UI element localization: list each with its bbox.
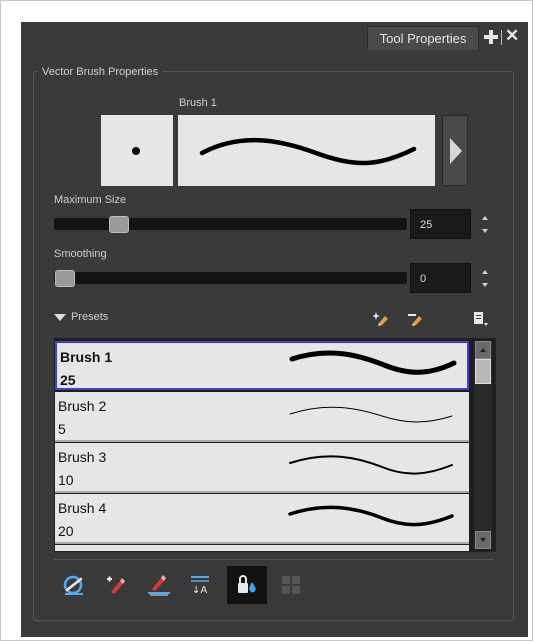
- tab-icon-divider: [501, 30, 502, 45]
- stepper-down-icon[interactable]: [482, 229, 488, 233]
- preset-stroke-preview: [289, 455, 453, 475]
- preset-size: 20: [58, 523, 74, 539]
- scroll-down-icon[interactable]: [475, 531, 491, 549]
- preset-size: 10: [58, 472, 74, 488]
- tab-tool-properties[interactable]: Tool Properties: [367, 26, 479, 50]
- maximum-size-label: Maximum Size: [54, 194, 127, 206]
- auto-flatten-icon[interactable]: [54, 566, 94, 604]
- presets-scrollbar[interactable]: [474, 341, 492, 549]
- stroke-preview: [178, 115, 435, 186]
- preset-menu-icon[interactable]: [472, 310, 490, 328]
- presets-label[interactable]: Presets: [71, 311, 108, 323]
- stepper-down-icon[interactable]: [482, 283, 488, 287]
- lock-colour-icon[interactable]: [227, 566, 267, 604]
- window-frame: Tool Properties ✕ Vector Brush Propertie…: [0, 0, 533, 641]
- list-item[interactable]: Brush 4 20: [55, 494, 469, 544]
- list-item[interactable]: Brush 1 25: [55, 341, 469, 390]
- preset-name: Brush 3: [58, 449, 107, 465]
- smoothing-label: Smoothing: [54, 248, 107, 260]
- maximum-size-stepper[interactable]: [480, 209, 492, 239]
- smoothing-field[interactable]: 0: [410, 263, 471, 293]
- preset-size: 5: [58, 421, 66, 437]
- scrollbar-thumb[interactable]: [475, 359, 491, 384]
- rename-preset-icon[interactable]: [407, 310, 425, 328]
- brush-tip-preview[interactable]: [101, 115, 173, 186]
- preset-name: Brush 1: [60, 349, 113, 365]
- maximum-size-field[interactable]: 25: [410, 209, 471, 239]
- round-tip-icon: [132, 147, 140, 155]
- brush-name-label: Brush 1: [179, 97, 217, 109]
- toolbar-divider: [54, 559, 494, 560]
- group-title: Vector Brush Properties: [38, 65, 163, 79]
- auto-fill-icon[interactable]: ↓A: [180, 566, 220, 604]
- tool-properties-panel: Tool Properties ✕ Vector Brush Propertie…: [21, 22, 528, 637]
- close-icon[interactable]: ✕: [505, 27, 521, 44]
- stroke-preview-graphic: [199, 137, 417, 166]
- list-item[interactable]: Brush 3 10: [55, 443, 469, 493]
- smoothing-slider[interactable]: [54, 272, 407, 284]
- stepper-up-icon[interactable]: [482, 270, 488, 274]
- stepper-up-icon[interactable]: [482, 216, 488, 220]
- new-preset-icon[interactable]: [372, 310, 391, 328]
- auto-create-color-art-icon[interactable]: [138, 566, 178, 604]
- brush-preview-arrow-button[interactable]: [442, 115, 468, 186]
- presets-header: Presets: [54, 310, 494, 328]
- list-item[interactable]: [55, 545, 469, 551]
- collapse-triangle-icon[interactable]: [54, 314, 66, 321]
- tab-actions: ✕: [484, 27, 524, 48]
- svg-text:↓A: ↓A: [192, 585, 207, 596]
- preset-size: 25: [60, 372, 76, 388]
- plus-icon[interactable]: [484, 30, 498, 44]
- smoothing-slider-thumb[interactable]: [55, 270, 75, 287]
- smoothing-stepper[interactable]: [480, 263, 492, 293]
- preset-name: Brush 4: [58, 500, 107, 516]
- maximum-size-slider[interactable]: [54, 218, 407, 230]
- list-item[interactable]: Brush 2 5: [55, 392, 469, 442]
- scroll-up-icon[interactable]: [475, 341, 491, 359]
- presets-list[interactable]: Brush 1 25 Brush 2 5 Brush 3 10 Brush 4 …: [54, 338, 496, 552]
- preset-name: Brush 2: [58, 398, 107, 414]
- preset-stroke-preview: [288, 505, 454, 527]
- draw-behind-icon[interactable]: [96, 566, 136, 604]
- maximum-size-slider-thumb[interactable]: [109, 216, 130, 233]
- texture-grid-icon[interactable]: [271, 566, 311, 604]
- preset-stroke-preview: [289, 406, 453, 423]
- preset-stroke-preview: [289, 350, 457, 375]
